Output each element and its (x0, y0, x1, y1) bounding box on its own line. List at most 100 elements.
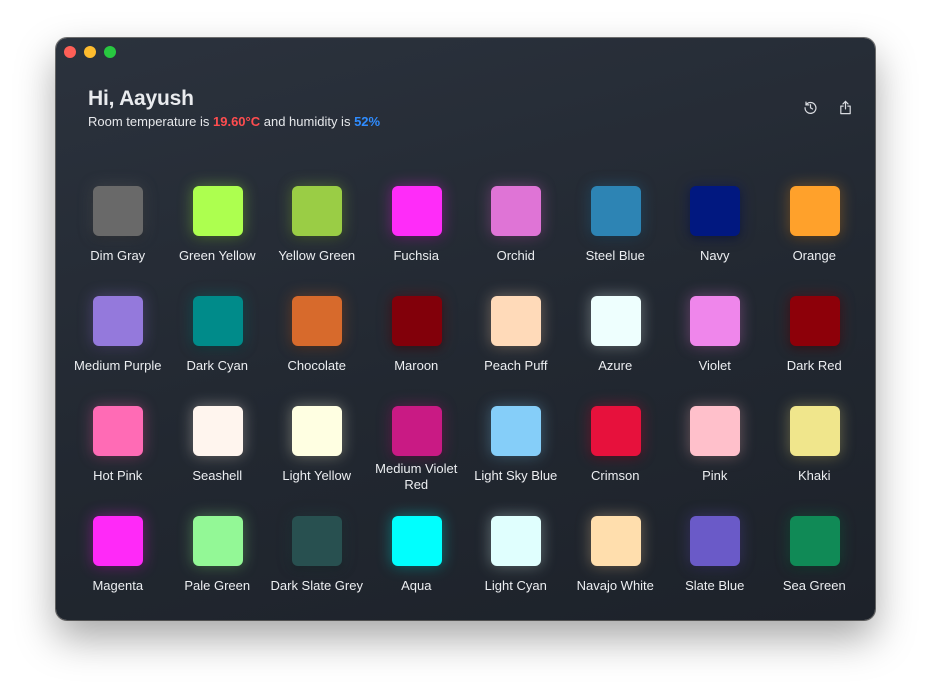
color-tile[interactable]: Green Yellow (168, 186, 268, 296)
color-swatch[interactable] (93, 186, 143, 236)
color-swatch[interactable] (690, 406, 740, 456)
color-label: Aqua (401, 578, 432, 593)
color-label: Sea Green (782, 578, 846, 593)
greeting-title: Hi, Aayush (88, 87, 194, 110)
color-tile[interactable]: Dim Gray (68, 186, 168, 296)
color-tile[interactable]: Pale Green (168, 516, 268, 620)
color-swatch[interactable] (590, 296, 641, 346)
color-swatch[interactable] (292, 516, 342, 566)
color-label: Light Cyan (484, 578, 547, 593)
color-tile[interactable]: Violet (665, 296, 765, 406)
color-swatch[interactable] (690, 296, 740, 346)
color-label: Peach Puff (484, 358, 548, 373)
color-label: Navajo White (576, 578, 654, 593)
color-label: Light Sky Blue (474, 468, 558, 483)
color-label: Seashell (192, 468, 243, 483)
color-tile[interactable]: Aqua (367, 516, 467, 620)
window-controls (64, 46, 116, 58)
color-swatch[interactable] (391, 296, 442, 346)
minimize-window-button[interactable] (84, 46, 96, 58)
color-swatch[interactable] (93, 296, 143, 346)
color-tile[interactable]: Orchid (466, 186, 566, 296)
color-label: Magenta (92, 578, 144, 593)
header: Hi, Aayush Room temperature is 19.60°C a… (88, 87, 380, 129)
toolbar (803, 100, 853, 115)
color-swatch[interactable] (192, 406, 243, 456)
color-swatch[interactable] (93, 406, 143, 456)
color-tile[interactable]: Light Yellow (267, 406, 367, 516)
color-swatch[interactable] (690, 516, 740, 566)
color-label: Orange (792, 248, 836, 263)
color-tile[interactable]: Magenta (68, 516, 168, 620)
color-tile[interactable]: Light Sky Blue (466, 406, 566, 516)
color-label: Chocolate (287, 358, 347, 373)
color-tile[interactable]: Navy (665, 186, 765, 296)
color-tile[interactable]: Steel Blue (566, 186, 666, 296)
color-tile[interactable]: Navajo White (566, 516, 666, 620)
color-label: Dark Cyan (186, 358, 248, 373)
color-tile[interactable]: Slate Blue (665, 516, 765, 620)
color-label: Violet (698, 358, 731, 373)
color-tile[interactable]: Seashell (168, 406, 268, 516)
color-grid: Dim Gray Green Yellow Yellow Green Fuchsia O… (68, 186, 868, 620)
color-tile[interactable]: Sea Green (765, 516, 865, 620)
color-tile[interactable]: Orange (765, 186, 865, 296)
app-window: Hi, Aayush Room temperature is 19.60°C a… (56, 38, 875, 620)
color-tile[interactable]: Light Cyan (466, 516, 566, 620)
color-tile[interactable]: Dark Cyan (168, 296, 268, 406)
color-label: Green Yellow (178, 248, 256, 263)
maximize-window-button[interactable] (104, 46, 116, 58)
color-label: Maroon (394, 358, 439, 373)
color-swatch[interactable] (491, 406, 541, 456)
color-swatch[interactable] (491, 296, 541, 346)
room-status: Room temperature is 19.60°C and humidity… (88, 114, 380, 129)
color-swatch[interactable] (491, 516, 541, 566)
color-tile[interactable]: Medium Purple (68, 296, 168, 406)
color-tile[interactable]: Fuchsia (367, 186, 467, 296)
color-swatch[interactable] (192, 296, 243, 346)
color-swatch[interactable] (292, 186, 342, 236)
color-tile[interactable]: Dark Slate Grey (267, 516, 367, 620)
color-label: Hot Pink (93, 468, 143, 483)
color-tile[interactable]: Chocolate (267, 296, 367, 406)
color-swatch[interactable] (491, 186, 541, 236)
color-label: Khaki (797, 468, 831, 483)
color-tile[interactable]: Maroon (367, 296, 467, 406)
color-swatch[interactable] (93, 516, 143, 566)
color-tile[interactable]: Peach Puff (466, 296, 566, 406)
color-label: Light Yellow (282, 468, 352, 483)
color-label: Yellow Green (278, 248, 356, 263)
color-label: Medium Purple (74, 358, 162, 373)
color-swatch[interactable] (690, 186, 740, 236)
color-swatch[interactable] (391, 186, 442, 236)
refresh-clock-icon[interactable] (803, 100, 818, 115)
color-tile[interactable]: Hot Pink (68, 406, 168, 516)
color-tile[interactable]: Azure (566, 296, 666, 406)
color-label: Fuchsia (393, 248, 440, 263)
color-swatch[interactable] (789, 296, 840, 346)
color-label: Slate Blue (685, 578, 745, 593)
color-tile[interactable]: Yellow Green (267, 186, 367, 296)
color-tile[interactable]: Medium Violet Red (367, 406, 467, 516)
color-tile[interactable]: Pink (665, 406, 765, 516)
color-label: Steel Blue (585, 248, 645, 263)
color-swatch[interactable] (789, 516, 840, 566)
color-swatch[interactable] (590, 406, 641, 456)
color-swatch[interactable] (292, 296, 342, 346)
color-swatch[interactable] (192, 516, 243, 566)
color-swatch[interactable] (789, 186, 840, 236)
color-swatch[interactable] (192, 186, 243, 236)
color-tile[interactable]: Crimson (566, 406, 666, 516)
color-swatch[interactable] (292, 406, 342, 456)
share-icon[interactable] (838, 100, 853, 115)
close-window-button[interactable] (64, 46, 76, 58)
color-swatch[interactable] (391, 406, 442, 456)
color-label: Medium Violet Red (375, 461, 458, 492)
color-swatch[interactable] (391, 516, 442, 566)
color-tile[interactable]: Dark Red (765, 296, 865, 406)
color-swatch[interactable] (789, 406, 840, 456)
color-swatch[interactable] (590, 516, 641, 566)
color-swatch[interactable] (590, 186, 641, 236)
status-prefix: Room temperature is (88, 114, 213, 129)
color-tile[interactable]: Khaki (765, 406, 865, 516)
